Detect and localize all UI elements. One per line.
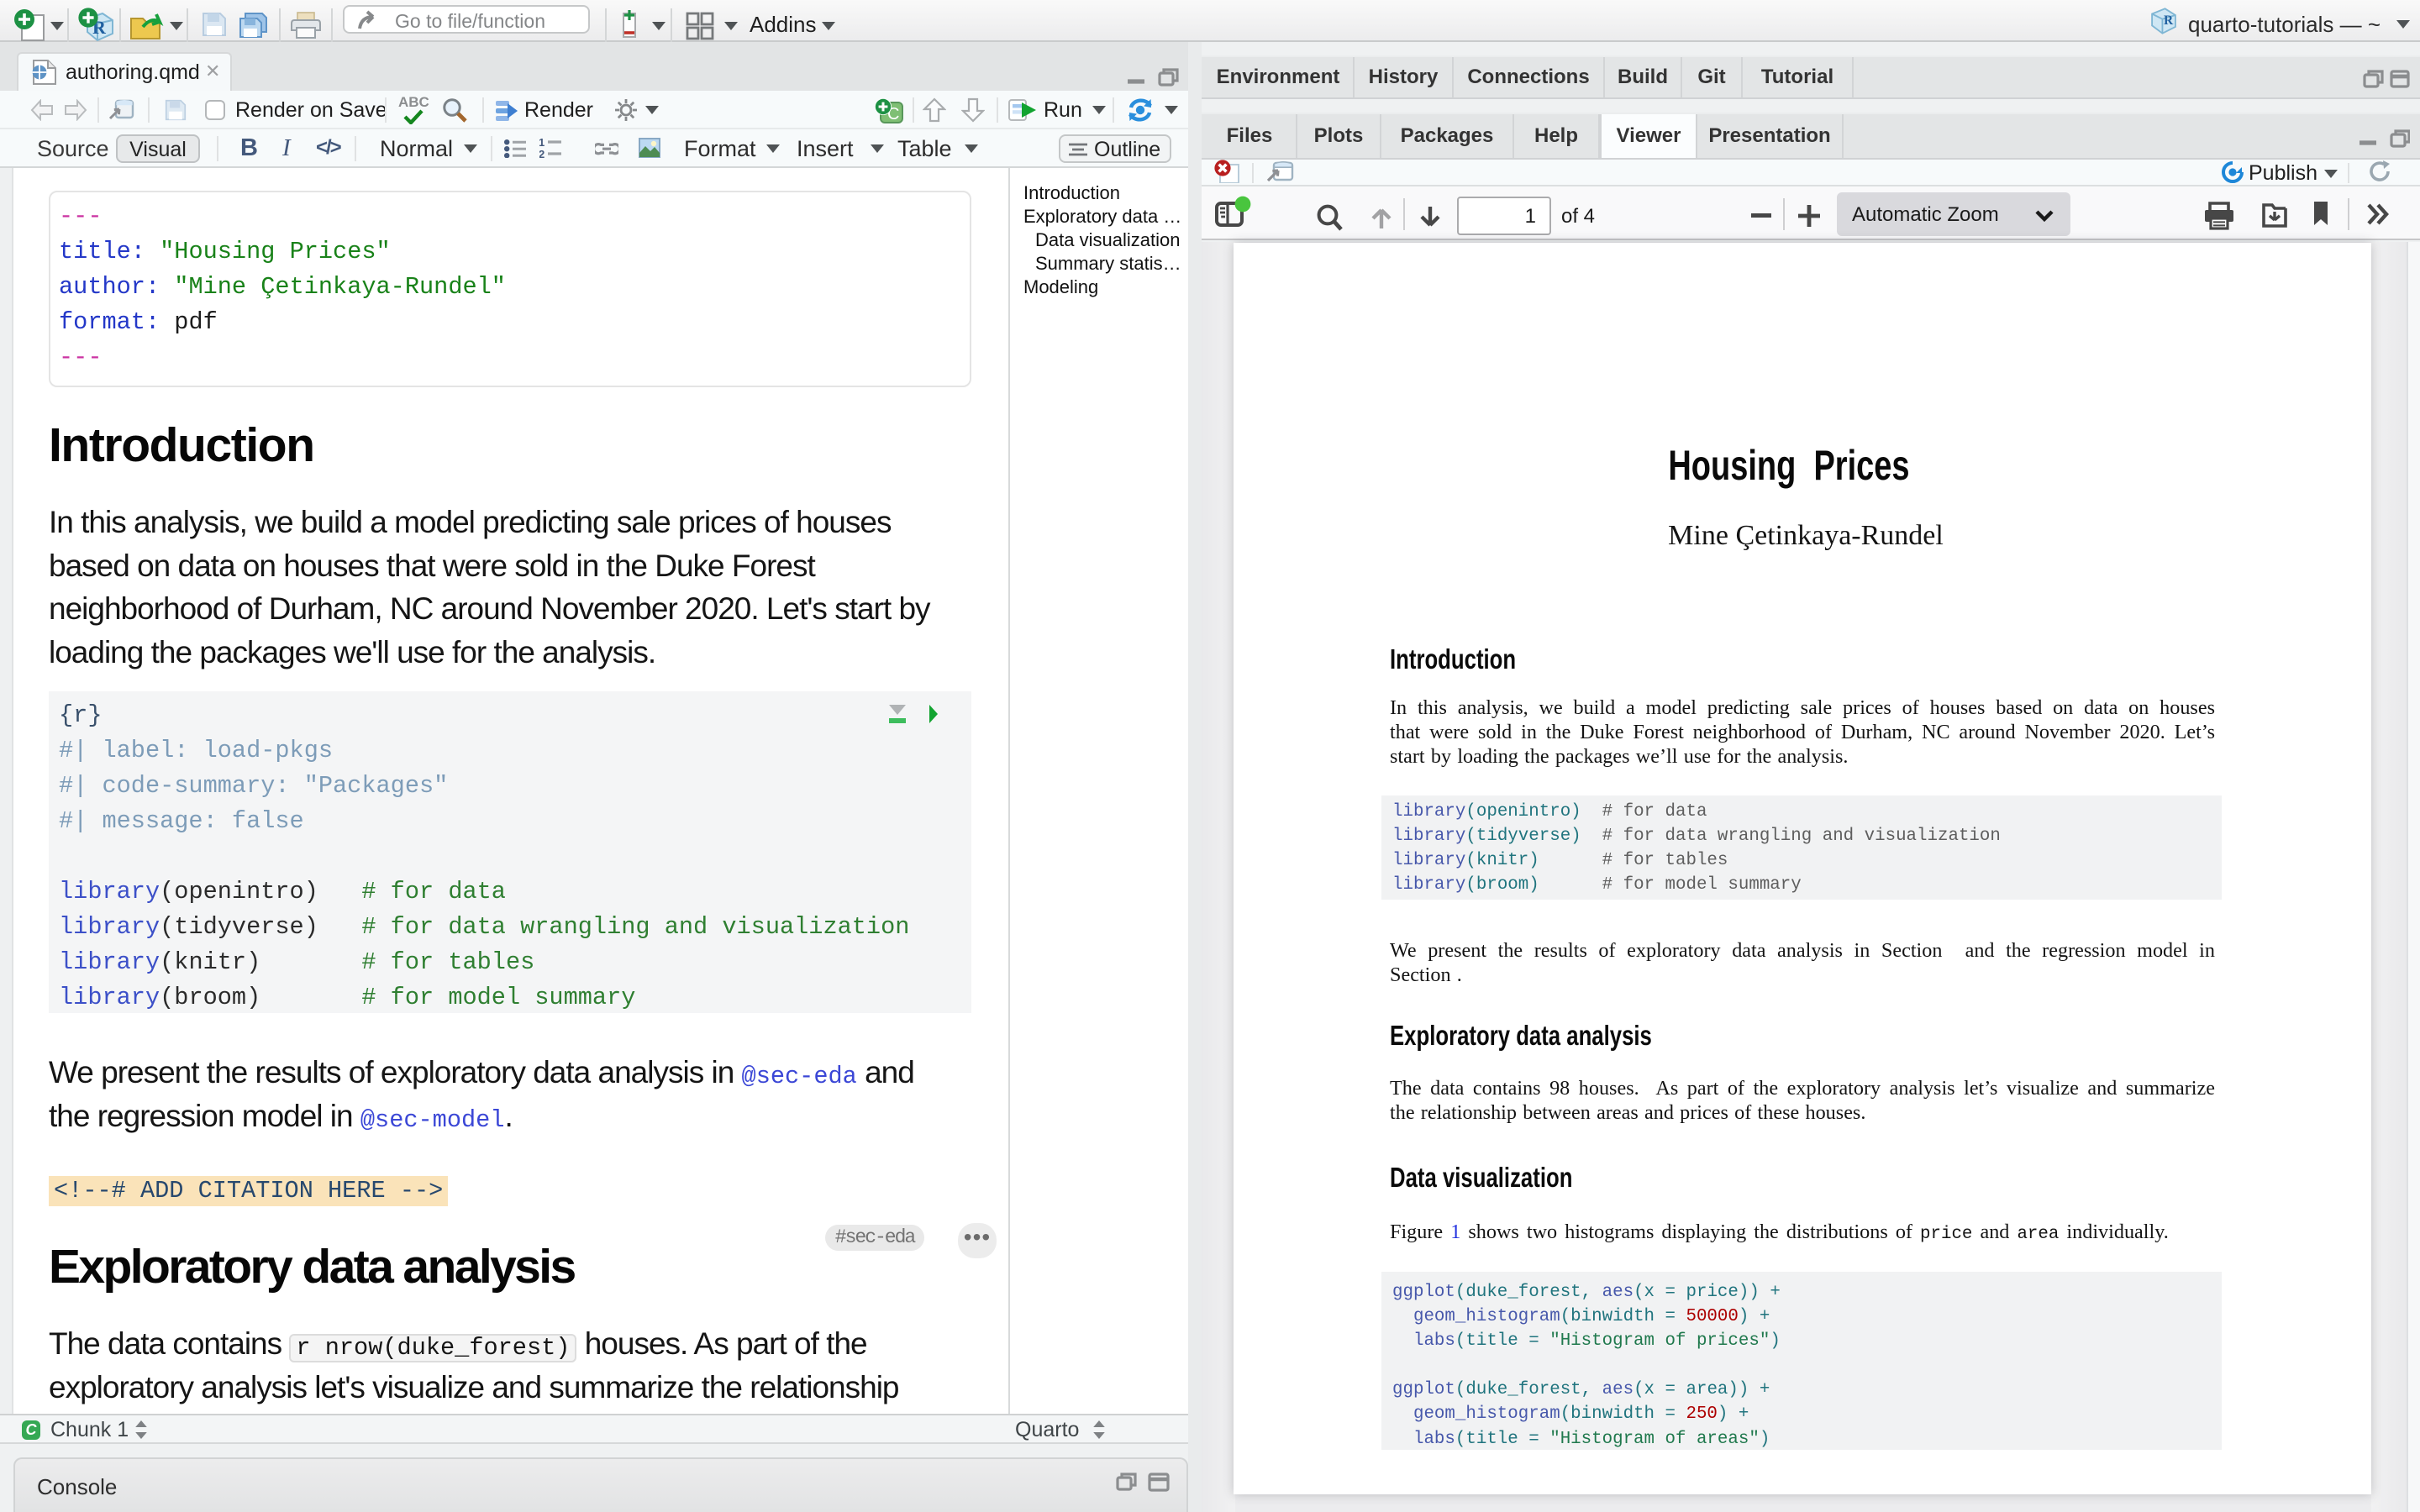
svg-text:R: R (2164, 13, 2174, 28)
svg-text:2: 2 (539, 148, 544, 158)
